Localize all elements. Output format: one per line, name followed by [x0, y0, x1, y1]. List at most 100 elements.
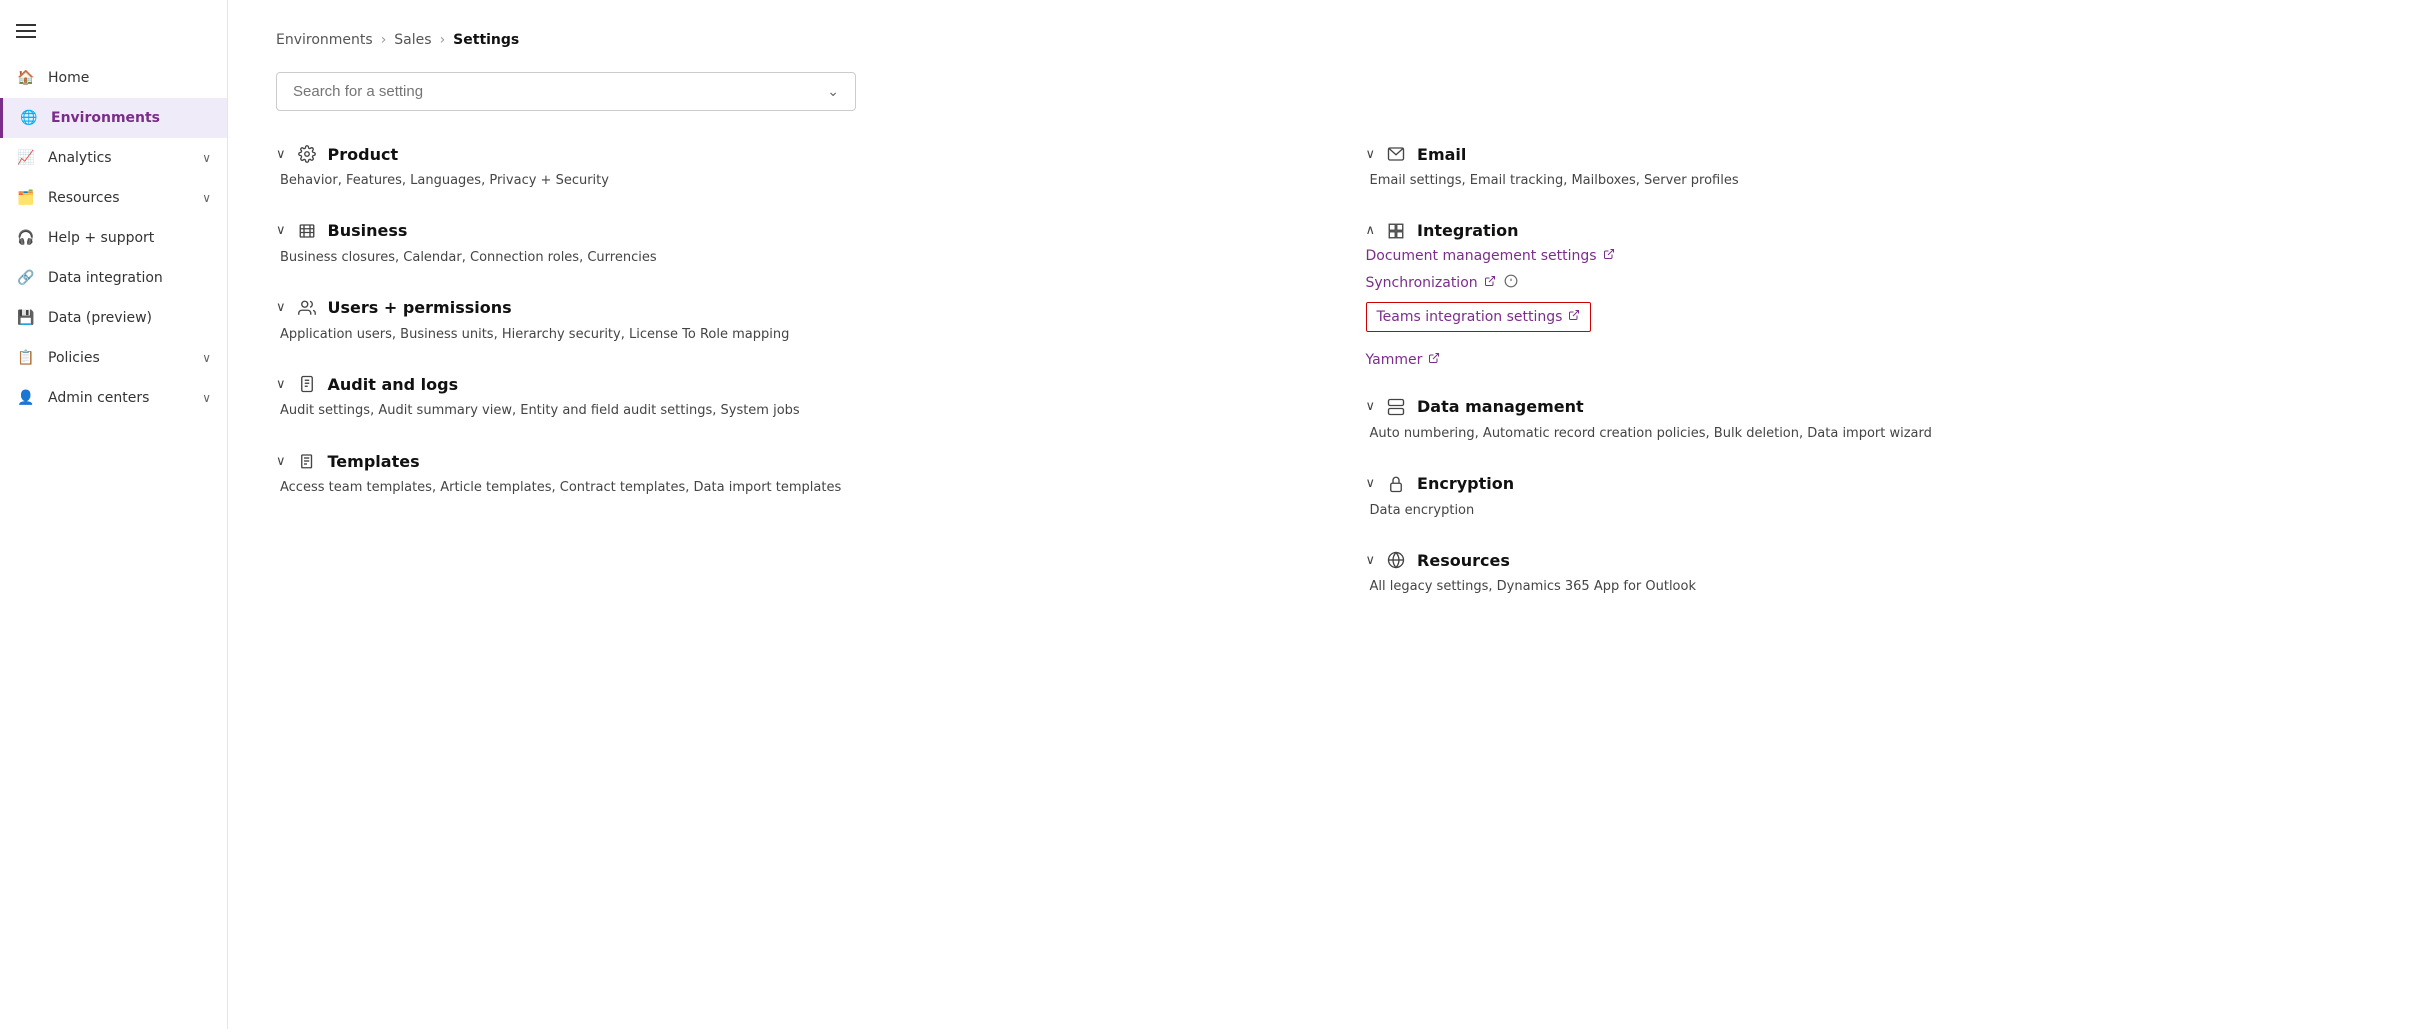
external-icon: [1484, 275, 1496, 291]
external-icon: [1428, 352, 1440, 368]
sidebar-item-admin-centers[interactable]: 👤 Admin centers ∨: [0, 378, 227, 418]
section-items-business: Business closures, Calendar, Connection …: [276, 248, 1286, 269]
search-container: ⌄: [276, 72, 2375, 111]
section-data-management: ∨ Data management Auto numbering, Automa…: [1366, 396, 2376, 445]
collapse-arrow-encryption[interactable]: ∨: [1366, 476, 1376, 491]
sidebar-label-environments: Environments: [51, 110, 211, 126]
section-product: ∨ Product Behavior, Features, Languages,…: [276, 143, 1286, 192]
section-icon-encryption: [1385, 473, 1407, 495]
breadcrumb-sales[interactable]: Sales: [394, 32, 431, 48]
sidebar-item-help-support[interactable]: 🎧 Help + support: [0, 218, 227, 258]
section-icon-business: [296, 220, 318, 242]
home-icon: 🏠: [16, 68, 36, 88]
section-icon-integration: [1385, 220, 1407, 242]
section-icon-templates: [296, 450, 318, 472]
breadcrumb: Environments › Sales › Settings: [276, 32, 2375, 48]
chevron-icon-resources: ∨: [202, 191, 211, 205]
info-icon: [1504, 274, 1518, 292]
link-label: Yammer: [1366, 352, 1423, 368]
section-header-integration: ∧ Integration: [1366, 220, 2376, 242]
sidebar-item-home[interactable]: 🏠 Home: [0, 58, 227, 98]
chevron-icon-admin-centers: ∨: [202, 391, 211, 405]
section-title-product: Product: [328, 145, 399, 164]
data-preview-icon: 💾: [16, 308, 36, 328]
sidebar-label-resources: Resources: [48, 190, 190, 206]
collapse-arrow-audit-logs[interactable]: ∨: [276, 377, 286, 392]
search-dropdown-arrow: ⌄: [827, 84, 839, 100]
section-icon-email: [1385, 143, 1407, 165]
section-header-resources: ∨ Resources: [1366, 549, 2376, 571]
link-item-document-management-settings[interactable]: Document management settings: [1366, 248, 2376, 264]
breadcrumb-sep-2: ›: [440, 32, 446, 48]
section-header-templates: ∨ Templates: [276, 450, 1286, 472]
sidebar-item-environments[interactable]: 🌐 Environments: [0, 98, 227, 138]
section-header-product: ∨ Product: [276, 143, 1286, 165]
sidebar-item-policies[interactable]: 📋Policies∨: [0, 338, 227, 378]
collapse-arrow-resources[interactable]: ∨: [1366, 553, 1376, 568]
section-header-email: ∨ Email: [1366, 143, 2376, 165]
section-items-audit-logs: Audit settings, Audit summary view, Enti…: [276, 401, 1286, 422]
section-icon-users-permissions: [296, 297, 318, 319]
collapse-arrow-business[interactable]: ∨: [276, 223, 286, 238]
link-teams-integration[interactable]: Teams integration settings: [1366, 302, 1592, 332]
sidebar-item-data-integration[interactable]: 🔗 Data integration: [0, 258, 227, 298]
section-items-templates: Access team templates, Article templates…: [276, 478, 1286, 499]
collapse-arrow-email[interactable]: ∨: [1366, 147, 1376, 162]
collapse-arrow-integration[interactable]: ∧: [1366, 223, 1376, 238]
integration-links: Document management settings Synchroniza…: [1366, 248, 2376, 368]
section-header-audit-logs: ∨ Audit and logs: [276, 373, 1286, 395]
data-integration-icon: 🔗: [16, 268, 36, 288]
sidebar-item-resources[interactable]: 🗂️Resources∨: [0, 178, 227, 218]
settings-grid: ∨ Product Behavior, Features, Languages,…: [276, 143, 2375, 626]
section-header-encryption: ∨ Encryption: [1366, 473, 2376, 495]
section-templates: ∨ Templates Access team templates, Artic…: [276, 450, 1286, 499]
hamburger-button[interactable]: [0, 8, 227, 58]
sidebar-label-admin-centers: Admin centers: [48, 390, 190, 406]
search-input[interactable]: [293, 83, 827, 100]
breadcrumb-environments[interactable]: Environments: [276, 32, 373, 48]
link-item-yammer[interactable]: Yammer: [1366, 352, 2376, 368]
breadcrumb-sep-1: ›: [381, 32, 387, 48]
section-header-data-management: ∨ Data management: [1366, 396, 2376, 418]
left-column: ∨ Product Behavior, Features, Languages,…: [276, 143, 1286, 626]
main-content: Environments › Sales › Settings ⌄ ∨ Prod…: [228, 0, 2423, 1029]
section-users-permissions: ∨ Users + permissions Application users,…: [276, 297, 1286, 346]
link-item-synchronization[interactable]: Synchronization: [1366, 274, 2376, 292]
section-items-encryption: Data encryption: [1366, 501, 2376, 522]
section-items-product: Behavior, Features, Languages, Privacy +…: [276, 171, 1286, 192]
section-resources: ∨ Resources All legacy settings, Dynamic…: [1366, 549, 2376, 598]
section-title-email: Email: [1417, 145, 1466, 164]
sidebar-label-home: Home: [48, 70, 211, 86]
link-label-teams: Teams integration settings: [1377, 309, 1563, 325]
section-title-data-management: Data management: [1417, 397, 1584, 416]
collapse-arrow-templates[interactable]: ∨: [276, 454, 286, 469]
section-header-business: ∨ Business: [276, 220, 1286, 242]
sidebar-label-help-support: Help + support: [48, 230, 211, 246]
link-label: Synchronization: [1366, 275, 1478, 291]
section-email: ∨ Email Email settings, Email tracking, …: [1366, 143, 2376, 192]
section-encryption: ∨ Encryption Data encryption: [1366, 473, 2376, 522]
environments-icon: 🌐: [19, 108, 39, 128]
link-label: Document management settings: [1366, 248, 1597, 264]
section-integration: ∧ Integration Document management settin…: [1366, 220, 2376, 368]
sidebar-label-policies: Policies: [48, 350, 190, 366]
sidebar-item-analytics[interactable]: 📈Analytics∨: [0, 138, 227, 178]
section-icon-audit-logs: [296, 373, 318, 395]
section-title-users-permissions: Users + permissions: [328, 298, 512, 317]
collapse-arrow-data-management[interactable]: ∨: [1366, 399, 1376, 414]
section-icon-data-management: [1385, 396, 1407, 418]
collapse-arrow-product[interactable]: ∨: [276, 147, 286, 162]
sidebar-label-data-integration: Data integration: [48, 270, 211, 286]
section-title-resources: Resources: [1417, 551, 1510, 570]
policies-icon: 📋: [16, 348, 36, 368]
section-title-templates: Templates: [328, 452, 420, 471]
right-column: ∨ Email Email settings, Email tracking, …: [1366, 143, 2376, 626]
sidebar-item-data-preview[interactable]: 💾Data (preview): [0, 298, 227, 338]
collapse-arrow-users-permissions[interactable]: ∨: [276, 300, 286, 315]
section-business: ∨ Business Business closures, Calendar, …: [276, 220, 1286, 269]
admin-centers-icon: 👤: [16, 388, 36, 408]
section-items-data-management: Auto numbering, Automatic record creatio…: [1366, 424, 2376, 445]
search-box[interactable]: ⌄: [276, 72, 856, 111]
section-header-users-permissions: ∨ Users + permissions: [276, 297, 1286, 319]
help-support-icon: 🎧: [16, 228, 36, 248]
